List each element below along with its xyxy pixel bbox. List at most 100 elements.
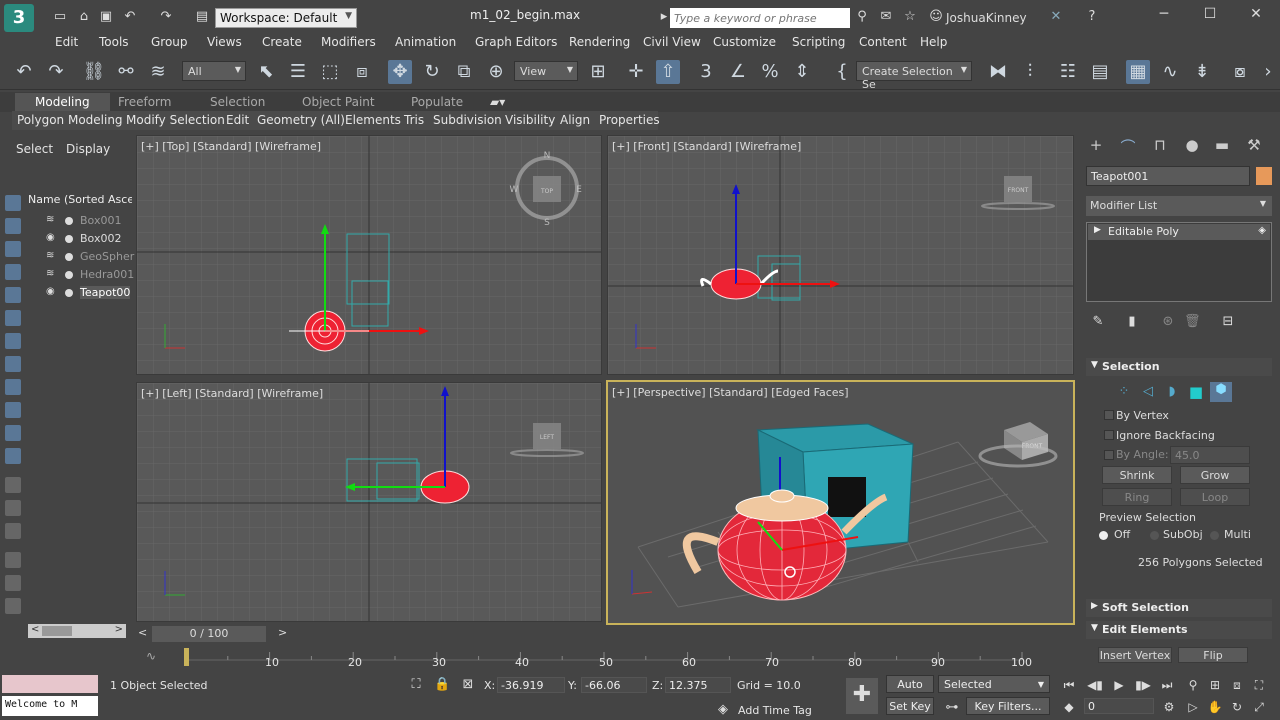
selection-lock-icon[interactable]: 🔒: [434, 677, 450, 693]
expand-triangle-icon[interactable]: ▶: [1094, 225, 1101, 235]
filter-containers-icon[interactable]: [5, 402, 21, 418]
new-file-icon[interactable]: ▭: [52, 9, 68, 25]
user-icon[interactable]: ☺: [928, 9, 944, 25]
create-tab-icon[interactable]: +: [1086, 136, 1106, 156]
time-slider-thumb[interactable]: 0 / 100: [152, 626, 266, 642]
next-frame-icon[interactable]: ▮▶: [1134, 676, 1152, 694]
eye-icon[interactable]: ◉: [46, 232, 56, 243]
maxscript-listener-output[interactable]: [2, 675, 98, 693]
communication-icon[interactable]: ✉: [878, 9, 894, 25]
panel-properties[interactable]: Properties: [599, 113, 660, 127]
field-of-view-icon[interactable]: ▷: [1184, 698, 1202, 716]
filter-shapes-icon[interactable]: [5, 218, 21, 234]
menu-rendering[interactable]: Rendering: [569, 35, 630, 49]
select-manipulate-icon[interactable]: ✛: [624, 60, 648, 84]
redo-icon[interactable]: ↷: [44, 60, 68, 84]
undo-icon[interactable]: ↶: [122, 9, 138, 25]
scene-explorer-icon[interactable]: ▦: [1126, 60, 1150, 84]
edge-mode-icon[interactable]: ◁: [1140, 384, 1156, 400]
tab-modeling[interactable]: Modeling: [15, 93, 110, 111]
material-editor-icon[interactable]: ⧇: [1228, 60, 1252, 84]
viewport-label[interactable]: [+] [Left] [Standard] [Wireframe]: [141, 387, 323, 400]
explorer-tab-display[interactable]: Display: [66, 142, 110, 156]
layer-icon[interactable]: [5, 598, 21, 614]
y-coordinate-field[interactable]: -66.06: [581, 677, 647, 693]
pan-view-icon[interactable]: ✋: [1206, 698, 1224, 716]
maximize-button[interactable]: ☐: [1190, 6, 1230, 26]
menu-tools[interactable]: Tools: [99, 35, 129, 49]
polygon-mode-icon[interactable]: ■: [1188, 384, 1204, 400]
workspace-dropdown[interactable]: Workspace: Default ▼: [215, 8, 357, 28]
display-tab-icon[interactable]: ▬: [1212, 136, 1232, 156]
ribbon-options-icon[interactable]: ▰▾: [490, 95, 505, 109]
keyboard-shortcut-override-icon[interactable]: ⇧: [656, 60, 680, 84]
search-input[interactable]: [670, 8, 850, 28]
undo-icon[interactable]: ↶: [12, 60, 36, 84]
menu-modifiers[interactable]: Modifiers: [321, 35, 376, 49]
preview-multi-radio[interactable]: [1210, 531, 1219, 540]
pivot-center-icon[interactable]: ⊞: [586, 60, 610, 84]
utilities-tab-icon[interactable]: ⚒: [1244, 136, 1264, 156]
menu-customize[interactable]: Customize: [713, 35, 776, 49]
display-invert-icon[interactable]: [5, 523, 21, 539]
angle-snap-icon[interactable]: ∠: [726, 60, 750, 84]
rollout-selection[interactable]: ▼ Selection: [1086, 358, 1272, 376]
percent-snap-icon[interactable]: %: [758, 60, 782, 84]
curve-editor-icon[interactable]: ∿: [1158, 60, 1182, 84]
layer-explorer-icon[interactable]: ☷: [1056, 60, 1080, 84]
go-to-start-icon[interactable]: ⏮: [1060, 676, 1078, 694]
list-item[interactable]: ≋ Hedra001: [28, 266, 134, 284]
vertex-mode-icon[interactable]: ⁘: [1116, 384, 1132, 400]
viewport-left[interactable]: [+] [Left] [Standard] [Wireframe] LEFT: [136, 382, 602, 622]
menu-content[interactable]: Content: [859, 35, 907, 49]
schematic-view-icon[interactable]: ⇟: [1190, 60, 1214, 84]
selection-filter-dropdown[interactable]: All ▼: [182, 61, 246, 81]
make-unique-icon[interactable]: ⊛: [1160, 314, 1176, 330]
open-file-icon[interactable]: ⌂: [76, 9, 92, 25]
select-and-rotate-icon[interactable]: ↻: [420, 60, 444, 84]
select-and-scale-icon[interactable]: ⧉: [452, 60, 476, 84]
object-name-field[interactable]: Teapot001: [1086, 166, 1250, 186]
zoom-icon[interactable]: ⚲: [1184, 676, 1202, 694]
explorer-tab-select[interactable]: Select: [16, 142, 53, 156]
menu-scripting[interactable]: Scripting: [792, 35, 845, 49]
panel-subdivision[interactable]: Subdivision: [433, 113, 502, 127]
list-item[interactable]: ≋ Box001: [28, 212, 132, 230]
preview-subobj-radio[interactable]: [1150, 531, 1159, 540]
viewport-front[interactable]: [+] [Front] [Standard] [Wireframe] FRONT: [607, 135, 1074, 375]
username[interactable]: JoshuaKinney: [946, 11, 1027, 25]
set-keys-icon[interactable]: ✚: [846, 678, 878, 714]
tab-populate[interactable]: Populate: [411, 95, 463, 109]
zoom-extents-icon[interactable]: ⧈: [1228, 676, 1246, 694]
project-folder-icon[interactable]: ▤: [194, 9, 210, 25]
grow-button[interactable]: Grow: [1180, 466, 1250, 484]
chevron-right-icon[interactable]: >: [278, 626, 287, 639]
time-tag-icon[interactable]: ◈: [715, 702, 731, 718]
filter-toggle-icon[interactable]: [5, 575, 21, 591]
panel-align[interactable]: Align: [560, 113, 590, 127]
reference-coordinate-dropdown[interactable]: View ▼: [514, 61, 578, 81]
help-icon[interactable]: ?: [1084, 9, 1100, 25]
menu-graph-editors[interactable]: Graph Editors: [475, 35, 557, 49]
light-bulb-icon[interactable]: ◈: [1258, 225, 1266, 236]
zoom-extents-all-icon[interactable]: ⛶: [1250, 676, 1268, 694]
loop-button[interactable]: Loop: [1180, 488, 1250, 506]
redo-icon[interactable]: ↷: [158, 9, 174, 25]
menu-civil-view[interactable]: Civil View: [643, 35, 701, 49]
menu-edit[interactable]: Edit: [55, 35, 78, 49]
panel-tris[interactable]: Tris: [404, 113, 424, 127]
rollout-edit-elements[interactable]: ▼ Edit Elements: [1086, 621, 1272, 639]
viewport-perspective[interactable]: [+] [Perspective] [Standard] [Edged Face…: [606, 380, 1075, 625]
tab-selection[interactable]: Selection: [210, 95, 265, 109]
list-item[interactable]: ≋ GeoSpher: [28, 248, 134, 266]
by-angle-checkbox[interactable]: [1104, 450, 1114, 460]
list-item[interactable]: ◉ Teapot00: [28, 284, 132, 302]
display-all-icon[interactable]: [5, 477, 21, 493]
snaps-toggle-icon[interactable]: 3: [694, 60, 718, 84]
list-item[interactable]: ◉ Box002: [28, 230, 132, 248]
select-object-icon[interactable]: ⬉: [254, 60, 278, 84]
more-tools-icon[interactable]: ›: [1260, 60, 1276, 84]
menu-animation[interactable]: Animation: [395, 35, 456, 49]
key-mode-toggle-icon[interactable]: ◆: [1060, 698, 1078, 716]
play-icon[interactable]: ▶: [1110, 676, 1128, 694]
